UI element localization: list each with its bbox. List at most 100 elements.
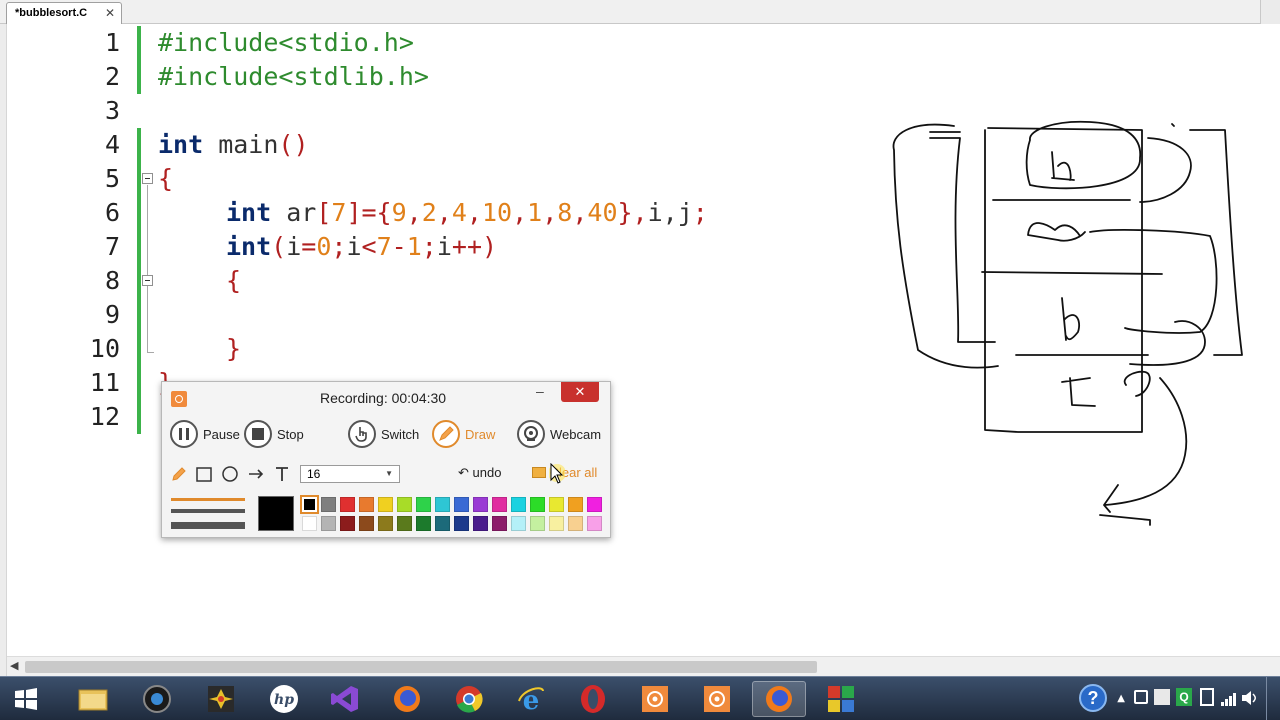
color-swatch[interactable] [511, 516, 526, 531]
recorder-logo-icon [171, 391, 187, 407]
identifier: i,j [647, 198, 693, 227]
color-swatch[interactable] [340, 497, 355, 512]
horizontal-scrollbar[interactable]: ◀ [7, 656, 1280, 676]
taskbar-explorer[interactable] [66, 681, 120, 717]
taskbar-codeblocks[interactable] [814, 681, 868, 717]
taskbar-firefox[interactable] [380, 681, 434, 717]
color-swatch[interactable] [492, 516, 507, 531]
color-swatch[interactable] [435, 516, 450, 531]
color-swatch[interactable] [378, 497, 393, 512]
color-swatch[interactable] [359, 497, 374, 512]
taskbar-recorder[interactable] [628, 681, 682, 717]
change-bar [137, 26, 141, 94]
pen-tool-icon[interactable] [170, 465, 188, 483]
taskbar-photos-app[interactable] [194, 681, 248, 717]
change-bar [137, 128, 141, 434]
taskbar-hp[interactable]: hp [257, 681, 311, 717]
taskbar-webcam-app[interactable] [130, 681, 184, 717]
volume-icon[interactable] [1240, 689, 1258, 707]
tab-bubblesort[interactable]: *bubblesort.C ✕ [6, 2, 122, 24]
draw-label: Draw [465, 426, 496, 442]
taskbar-opera[interactable] [566, 681, 620, 717]
identifier: i [286, 232, 302, 261]
tab-close-icon[interactable]: ✕ [105, 6, 115, 20]
number: 7 [376, 232, 392, 261]
ellipse-tool-icon[interactable] [221, 465, 239, 483]
start-button[interactable] [2, 681, 50, 717]
taskbar-visual-studio[interactable] [318, 681, 372, 717]
color-swatch[interactable] [300, 495, 319, 514]
color-swatch[interactable] [454, 516, 469, 531]
operator: }, [617, 198, 648, 227]
switch-button[interactable]: Switch [348, 418, 419, 450]
pause-button[interactable]: Pause [170, 418, 240, 450]
tray-expand-icon[interactable]: ▲ [1117, 693, 1125, 704]
code-line-7: int(i=0;i<7-1;i++) [226, 230, 497, 264]
color-swatch[interactable] [378, 516, 393, 531]
stop-button[interactable]: Stop [244, 418, 304, 450]
arrow-tool-icon[interactable] [247, 465, 265, 483]
line-width-thick[interactable] [171, 522, 245, 529]
drawn-arrow [1099, 377, 1188, 526]
color-swatch[interactable] [416, 516, 431, 531]
fold-toggle-icon[interactable] [142, 275, 153, 286]
color-swatch[interactable] [416, 497, 431, 512]
taskbar-recorder-2[interactable] [690, 681, 744, 717]
text-tool-icon[interactable] [273, 465, 291, 483]
color-swatch[interactable] [511, 497, 526, 512]
font-size-select[interactable]: 16 ▼ [300, 465, 400, 483]
battery-icon[interactable] [1200, 688, 1214, 706]
color-swatch[interactable] [302, 516, 317, 531]
recording-titlebar[interactable]: Recording: 00:04:30 – ✕ [162, 382, 612, 412]
line-number: 12 [89, 402, 120, 431]
close-button[interactable]: ✕ [561, 382, 599, 402]
help-icon[interactable]: ? [1079, 684, 1107, 712]
color-swatch[interactable] [340, 516, 355, 531]
line-number: 5 [104, 164, 120, 193]
network-icon[interactable] [1220, 691, 1236, 706]
undo-button[interactable]: ↶ undo [458, 465, 501, 481]
line-width-thin[interactable] [171, 498, 245, 501]
color-swatch[interactable] [359, 516, 374, 531]
webcam-button[interactable]: Webcam [517, 418, 601, 450]
taskbar-chrome[interactable] [442, 681, 496, 717]
color-swatch[interactable] [549, 497, 564, 512]
color-swatch[interactable] [568, 497, 583, 512]
tray-q-icon[interactable]: Q [1176, 688, 1192, 706]
line-number: 9 [104, 300, 120, 329]
tray-app-icon[interactable] [1134, 690, 1148, 704]
color-swatch[interactable] [549, 516, 564, 531]
color-swatch[interactable] [397, 497, 412, 512]
webcam-icon [517, 420, 545, 448]
taskbar-firefox-active[interactable] [752, 681, 806, 717]
draw-button[interactable]: Draw [432, 418, 495, 450]
color-swatch[interactable] [568, 516, 583, 531]
show-desktop-button[interactable] [1266, 677, 1280, 720]
line-width-medium[interactable] [171, 509, 245, 513]
color-swatch[interactable] [454, 497, 469, 512]
color-swatch[interactable] [587, 497, 602, 512]
color-swatch[interactable] [492, 497, 507, 512]
line-number: 6 [104, 198, 120, 227]
color-swatch[interactable] [321, 497, 336, 512]
color-swatch[interactable] [473, 516, 488, 531]
color-swatch[interactable] [435, 497, 450, 512]
scroll-left-icon[interactable]: ◀ [10, 659, 18, 672]
tray-monitor-icon[interactable] [1154, 689, 1170, 705]
operator: = [301, 232, 317, 261]
drawn-letter [1061, 377, 1096, 407]
color-swatch[interactable] [321, 516, 336, 531]
undo-label: undo [472, 465, 502, 480]
color-swatch[interactable] [530, 516, 545, 531]
taskbar-ie[interactable]: e [504, 681, 558, 717]
color-swatch[interactable] [397, 516, 412, 531]
fold-toggle-icon[interactable] [142, 173, 153, 184]
color-swatch[interactable] [587, 516, 602, 531]
rectangle-tool-icon[interactable] [195, 465, 213, 483]
recorder-app-icon [642, 686, 668, 712]
color-swatch[interactable] [530, 497, 545, 512]
tab-label: *bubblesort.C [15, 7, 88, 19]
minimize-button[interactable]: – [536, 383, 554, 399]
color-swatch[interactable] [473, 497, 488, 512]
scrollbar-thumb[interactable] [25, 661, 817, 673]
